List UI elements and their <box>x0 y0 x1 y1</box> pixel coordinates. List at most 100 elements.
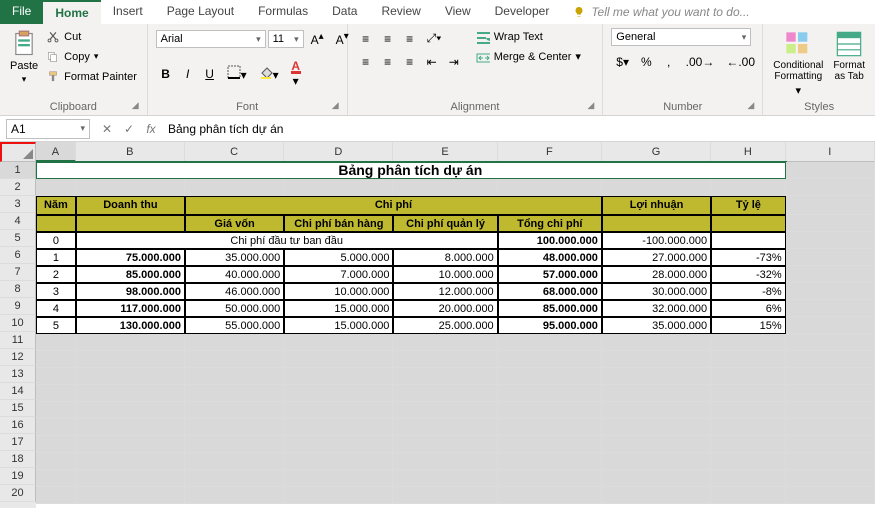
cell[interactable] <box>76 436 185 453</box>
cell[interactable] <box>76 470 185 487</box>
data-cell[interactable]: 25.000.000 <box>393 317 497 334</box>
cell[interactable] <box>185 334 284 351</box>
cell[interactable] <box>36 179 76 196</box>
format-table-button[interactable]: Format as Tab <box>831 28 867 84</box>
cell[interactable] <box>711 419 785 436</box>
cell[interactable] <box>185 179 284 196</box>
cell[interactable] <box>711 487 785 504</box>
cell[interactable] <box>786 385 875 402</box>
tab-data[interactable]: Data <box>320 0 369 24</box>
cell[interactable] <box>711 402 785 419</box>
cell[interactable] <box>284 436 393 453</box>
alignment-launcher[interactable]: ◢ <box>587 100 594 111</box>
data-cell[interactable]: 40.000.000 <box>185 266 284 283</box>
accounting-button[interactable]: $▾ <box>611 52 634 72</box>
cell[interactable] <box>786 419 875 436</box>
cell[interactable] <box>498 470 602 487</box>
cell[interactable] <box>602 402 711 419</box>
cell[interactable] <box>786 334 875 351</box>
tell-me[interactable]: Tell me what you want to do... <box>561 0 749 24</box>
row-header-2[interactable]: 2 <box>0 179 36 196</box>
row-header-19[interactable]: 19 <box>0 468 36 485</box>
row-header-14[interactable]: 14 <box>0 383 36 400</box>
cell[interactable] <box>393 487 497 504</box>
tab-home[interactable]: Home <box>43 0 100 24</box>
cell[interactable] <box>76 419 185 436</box>
tab-review[interactable]: Review <box>369 0 432 24</box>
row-header-7[interactable]: 7 <box>0 264 36 281</box>
cell[interactable] <box>284 385 393 402</box>
align-right-button[interactable]: ≡ <box>400 52 420 72</box>
underline-button[interactable]: U <box>200 64 220 84</box>
cell[interactable] <box>711 179 785 196</box>
cell[interactable] <box>711 436 785 453</box>
cell[interactable] <box>284 334 393 351</box>
data-cell[interactable]: 85.000.000 <box>76 266 185 283</box>
data-cell[interactable]: -100.000.000 <box>602 232 711 249</box>
decrease-decimal-button[interactable]: ←.00 <box>721 52 760 72</box>
cell[interactable] <box>498 385 602 402</box>
data-cell[interactable]: 55.000.000 <box>185 317 284 334</box>
tab-developer[interactable]: Developer <box>483 0 562 24</box>
accept-formula-button[interactable]: ✓ <box>118 122 140 136</box>
cell[interactable] <box>393 436 497 453</box>
cell[interactable] <box>393 334 497 351</box>
row-header-11[interactable]: 11 <box>0 332 36 349</box>
data-cell[interactable]: 57.000.000 <box>498 266 602 283</box>
align-middle-button[interactable]: ≡ <box>378 29 398 49</box>
cell[interactable] <box>602 436 711 453</box>
cell[interactable] <box>393 351 497 368</box>
cell[interactable] <box>498 368 602 385</box>
tab-view[interactable]: View <box>433 0 483 24</box>
cell[interactable] <box>393 470 497 487</box>
copy-button[interactable]: Copy ▾ <box>46 48 137 65</box>
cell[interactable] <box>602 351 711 368</box>
row-header-12[interactable]: 12 <box>0 349 36 366</box>
data-cell[interactable]: 117.000.000 <box>76 300 185 317</box>
cell[interactable] <box>36 419 76 436</box>
cell[interactable] <box>602 334 711 351</box>
hdr-nam[interactable]: Năm <box>36 196 76 215</box>
data-cell[interactable]: 32.000.000 <box>602 300 711 317</box>
cut-button[interactable]: Cut <box>46 28 137 45</box>
hdr-banhang[interactable]: Chi phí bán hàng <box>284 215 393 232</box>
cell[interactable] <box>185 368 284 385</box>
data-cell[interactable]: 35.000.000 <box>185 249 284 266</box>
data-cell[interactable]: 48.000.000 <box>498 249 602 266</box>
cell[interactable] <box>36 402 76 419</box>
data-cell[interactable]: -73% <box>711 249 785 266</box>
data-cell[interactable]: 75.000.000 <box>76 249 185 266</box>
data-cell[interactable]: 10.000.000 <box>393 266 497 283</box>
cell[interactable] <box>284 351 393 368</box>
col-header-I[interactable]: I <box>786 142 875 162</box>
tab-insert[interactable]: Insert <box>101 0 155 24</box>
cell[interactable] <box>185 470 284 487</box>
cell[interactable] <box>76 368 185 385</box>
data-cell[interactable]: 10.000.000 <box>284 283 393 300</box>
row-header-13[interactable]: 13 <box>0 366 36 383</box>
cell[interactable] <box>284 419 393 436</box>
cell[interactable] <box>786 436 875 453</box>
hdr-loinuan[interactable]: Lợi nhuận <box>602 196 711 215</box>
font-launcher[interactable]: ◢ <box>332 100 339 111</box>
cell[interactable] <box>498 487 602 504</box>
data-cell[interactable]: 46.000.000 <box>185 283 284 300</box>
cell[interactable] <box>602 487 711 504</box>
hdr-tyle[interactable]: Tỷ lệ <box>711 196 786 215</box>
col-header-E[interactable]: E <box>393 142 497 162</box>
data-cell[interactable]: 15% <box>711 317 785 334</box>
data-cell[interactable]: 27.000.000 <box>602 249 711 266</box>
cell[interactable] <box>393 385 497 402</box>
orientation-button[interactable]: ⤢▾ <box>422 28 447 49</box>
cell[interactable] <box>602 385 711 402</box>
data-cell[interactable] <box>711 232 786 249</box>
data-cell[interactable]: 15.000.000 <box>284 317 393 334</box>
comma-button[interactable]: , <box>659 52 679 72</box>
row-header-18[interactable]: 18 <box>0 451 36 468</box>
cell[interactable] <box>76 351 185 368</box>
hdr-tongcp[interactable]: Tổng chi phí <box>498 215 602 232</box>
font-color-button[interactable]: A▾ <box>286 56 306 91</box>
font-size-combo[interactable]: 11▾ <box>268 30 304 48</box>
percent-button[interactable]: % <box>636 52 657 72</box>
col-header-C[interactable]: C <box>185 142 284 162</box>
